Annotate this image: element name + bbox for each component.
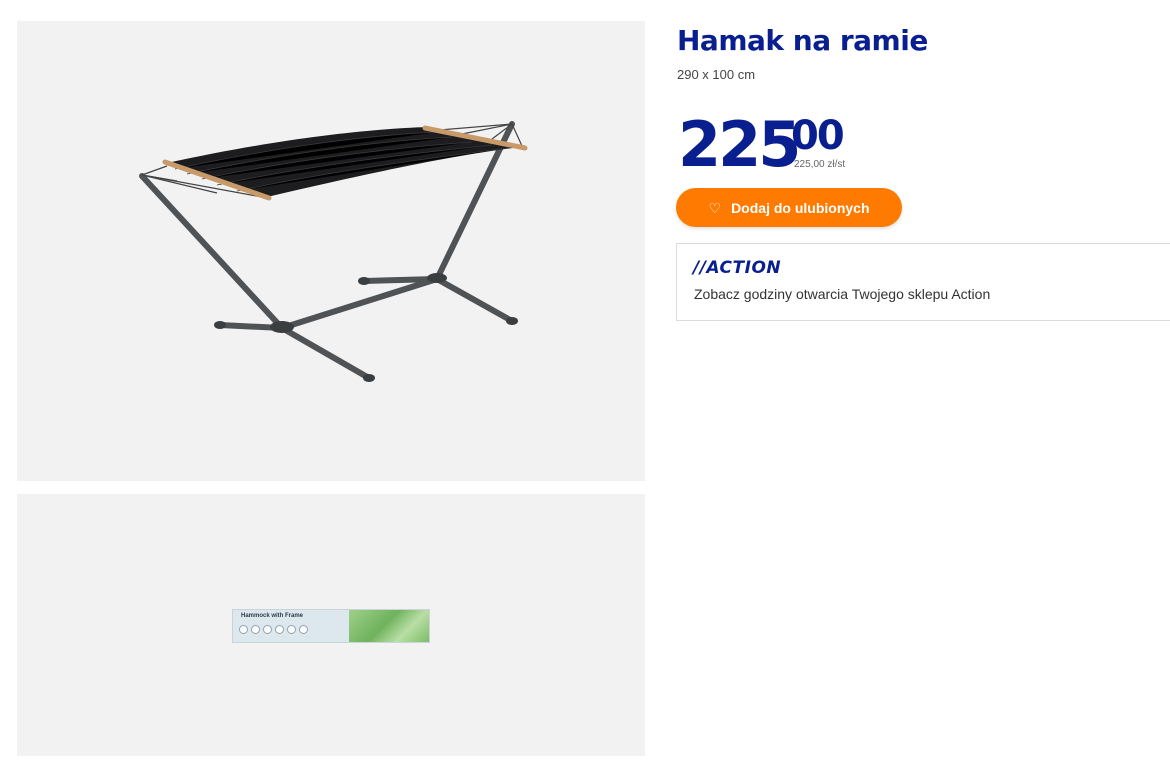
price-integer: 225	[678, 108, 801, 181]
add-to-favorites-label: Dodaj do ulubionych	[731, 199, 870, 216]
packaging-box: Hammock with Frame	[232, 609, 430, 643]
feature-icon	[275, 625, 284, 634]
price-decimal: 00	[791, 113, 845, 159]
unit-price: 225,00 zł/st	[794, 159, 846, 170]
feature-icon	[299, 625, 308, 634]
packaging-photo	[349, 610, 429, 642]
feature-icon	[251, 625, 260, 634]
feature-icon	[239, 625, 248, 634]
store-hours-card[interactable]: //ACTION Zobacz godziny otwarcia Twojego…	[676, 243, 1170, 321]
packaging-box-label: Hammock with Frame	[241, 613, 304, 619]
product-image-main[interactable]	[17, 21, 645, 481]
store-hours-link[interactable]: Zobacz godziny otwarcia Twojego sklepu A…	[694, 286, 990, 302]
heart-outline-icon: ♡	[708, 199, 722, 216]
product-size: 290 x 100 cm	[677, 67, 756, 82]
add-to-favorites-button[interactable]: ♡ Dodaj do ulubionych	[676, 188, 902, 227]
product-page: Hammock with Frame Hamak na ramie 290 x …	[0, 0, 1170, 780]
packaging-feature-icons	[239, 625, 308, 634]
action-logo: //ACTION	[693, 258, 782, 278]
product-title: Hamak na ramie	[677, 24, 928, 57]
feature-icon	[263, 625, 272, 634]
feature-icon	[287, 625, 296, 634]
hammock-illustration	[139, 121, 528, 382]
